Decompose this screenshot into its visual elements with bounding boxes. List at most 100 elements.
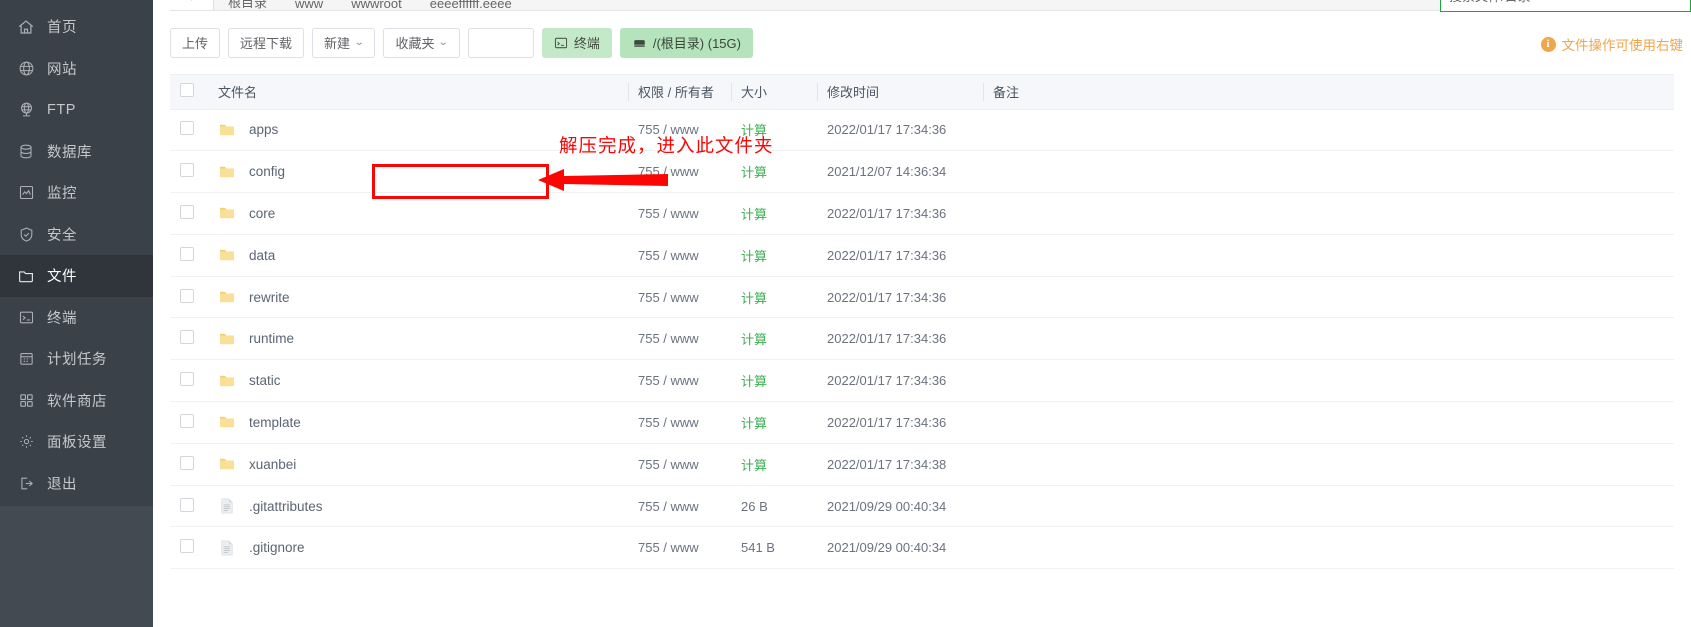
file-name[interactable]: runtime xyxy=(249,331,294,346)
row-checkbox[interactable] xyxy=(180,372,194,387)
file-name[interactable]: apps xyxy=(249,122,278,137)
favorites-button[interactable]: 收藏夹 ⌄ xyxy=(383,27,460,58)
row-permission[interactable]: 755 / www xyxy=(628,109,731,152)
row-permission[interactable]: 755 / www xyxy=(628,526,731,570)
row-note[interactable] xyxy=(983,401,1233,444)
breadcrumb-up-button[interactable]: ↑ xyxy=(170,0,214,10)
row-checkbox[interactable] xyxy=(180,204,194,219)
upload-button[interactable]: 上传 xyxy=(170,27,221,58)
column-header-size[interactable]: 大小 xyxy=(731,75,817,110)
row-permission[interactable]: 755 / www xyxy=(628,317,731,361)
sidebar-item-database[interactable]: 数据库 xyxy=(0,131,153,173)
file-name[interactable]: .gitignore xyxy=(249,540,305,555)
file-name[interactable]: core xyxy=(249,206,275,221)
column-header-mtime[interactable]: 修改时间 xyxy=(817,75,983,110)
row-size-value[interactable]: 计算 xyxy=(741,165,767,180)
row-size-value[interactable]: 计算 xyxy=(741,291,767,306)
row-size-value[interactable]: 计算 xyxy=(741,416,767,431)
row-size[interactable]: 计算 xyxy=(731,150,817,194)
row-size-value[interactable]: 计算 xyxy=(741,374,767,389)
row-size[interactable]: 计算 xyxy=(731,109,817,152)
column-header-permission[interactable]: 权限 / 所有者 xyxy=(628,75,731,110)
row-size[interactable]: 计算 xyxy=(731,317,817,361)
row-note[interactable] xyxy=(983,443,1233,486)
select-all-checkbox[interactable] xyxy=(180,83,194,98)
row-checkbox[interactable] xyxy=(180,539,194,554)
row-permission[interactable]: 755 / www xyxy=(628,401,731,444)
sidebar-item-cron[interactable]: 计划任务 xyxy=(0,338,153,380)
row-permission[interactable]: 755 / www xyxy=(628,234,731,277)
row-size[interactable]: 计算 xyxy=(731,234,817,277)
row-size[interactable]: 计算 xyxy=(731,192,817,235)
row-permission[interactable]: 755 / www xyxy=(628,443,731,486)
row-checkbox[interactable] xyxy=(180,121,194,136)
row-checkbox[interactable] xyxy=(180,455,194,470)
breadcrumb-item-wwwroot[interactable]: wwwroot xyxy=(337,0,416,10)
table-row[interactable]: .gitattributes 755 / www 26 B 2021/09/29 00… xyxy=(170,485,1674,528)
row-note[interactable] xyxy=(983,276,1233,319)
sidebar-item-website[interactable]: 网站 xyxy=(0,48,153,90)
row-checkbox[interactable] xyxy=(180,246,194,261)
new-button[interactable]: 新建 ⌄ xyxy=(312,27,376,58)
breadcrumb-item-www[interactable]: www xyxy=(281,0,337,10)
sidebar-item-logout[interactable]: 退出 xyxy=(0,463,153,505)
column-header-name[interactable]: 文件名 xyxy=(208,75,628,110)
remote-download-button[interactable]: 远程下载 xyxy=(228,27,305,58)
table-row[interactable]: xuanbei 755 / www 计算 2022/01/17 17:34:38 xyxy=(170,443,1674,486)
file-name[interactable]: config xyxy=(249,164,285,179)
column-header-note[interactable]: 备注 xyxy=(983,75,1233,110)
row-size[interactable]: 计算 xyxy=(731,276,817,319)
table-row[interactable]: data 755 / www 计算 2022/01/17 17:34:36 xyxy=(170,234,1674,277)
row-note[interactable] xyxy=(983,485,1233,528)
row-size[interactable]: 计算 xyxy=(731,401,817,444)
row-checkbox[interactable] xyxy=(180,330,194,345)
row-size-value[interactable]: 计算 xyxy=(741,249,767,264)
row-checkbox[interactable] xyxy=(180,413,194,428)
row-checkbox[interactable] xyxy=(180,288,194,303)
sidebar-item-monitor[interactable]: 监控 xyxy=(0,172,153,214)
row-checkbox[interactable] xyxy=(180,497,194,512)
row-size-value[interactable]: 计算 xyxy=(741,207,767,222)
file-name[interactable]: data xyxy=(249,248,275,263)
row-note[interactable] xyxy=(983,359,1233,403)
row-permission[interactable]: 755 / www xyxy=(628,359,731,403)
row-note[interactable] xyxy=(983,317,1233,361)
table-row[interactable]: .gitignore 755 / www 541 B 2021/09/29 00:40… xyxy=(170,526,1674,570)
file-name[interactable]: xuanbei xyxy=(249,457,296,472)
table-row[interactable]: rewrite 755 / www 计算 2022/01/17 17:34:36 xyxy=(170,276,1674,319)
row-note[interactable] xyxy=(983,234,1233,277)
disk-root-button[interactable]: /(根目录) (15G) xyxy=(619,27,753,58)
row-note[interactable] xyxy=(983,150,1233,194)
table-row[interactable]: core 755 / www 计算 2022/01/17 17:34:36 xyxy=(170,192,1674,235)
breadcrumb-item-root[interactable]: 根目录 xyxy=(214,0,281,10)
row-permission[interactable]: 755 / www xyxy=(628,276,731,319)
sidebar-item-app-store[interactable]: 软件商店 xyxy=(0,380,153,422)
row-size-value[interactable]: 计算 xyxy=(741,458,767,473)
search-input[interactable] xyxy=(467,27,534,58)
sidebar-item-home[interactable]: 首页 xyxy=(0,6,153,48)
row-note[interactable] xyxy=(983,109,1233,152)
table-row[interactable]: runtime 755 / www 计算 2022/01/17 17:34:36 xyxy=(170,317,1674,361)
file-name[interactable]: .gitattributes xyxy=(249,499,323,514)
sidebar-item-files[interactable]: 文件 xyxy=(0,255,153,297)
sidebar-item-terminal[interactable]: 终端 xyxy=(0,297,153,339)
breadcrumb-item-current[interactable]: eeeeffffff.eeee xyxy=(416,0,526,10)
sidebar-item-ftp[interactable]: FTP xyxy=(0,89,153,131)
file-name[interactable]: rewrite xyxy=(249,290,290,305)
file-name[interactable]: template xyxy=(249,415,301,430)
file-name[interactable]: static xyxy=(249,373,281,388)
table-row[interactable]: config 755 / www 计算 2021/12/07 14:36:34 xyxy=(170,150,1674,194)
row-size[interactable]: 计算 xyxy=(731,443,817,486)
row-size-value[interactable]: 计算 xyxy=(741,123,767,138)
row-note[interactable] xyxy=(983,526,1233,570)
table-row[interactable]: static 755 / www 计算 2022/01/17 17:34:36 xyxy=(170,359,1674,403)
sidebar-item-panel-settings[interactable]: 面板设置 xyxy=(0,421,153,463)
row-permission[interactable]: 755 / www xyxy=(628,192,731,235)
table-row[interactable]: apps 755 / www 计算 2022/01/17 17:34:36 xyxy=(170,109,1674,152)
terminal-button[interactable]: 终端 xyxy=(541,27,612,58)
row-checkbox[interactable] xyxy=(180,163,194,178)
row-size[interactable]: 计算 xyxy=(731,359,817,403)
row-permission[interactable]: 755 / www xyxy=(628,150,731,194)
row-note[interactable] xyxy=(983,192,1233,235)
sidebar-item-security[interactable]: 安全 xyxy=(0,214,153,256)
